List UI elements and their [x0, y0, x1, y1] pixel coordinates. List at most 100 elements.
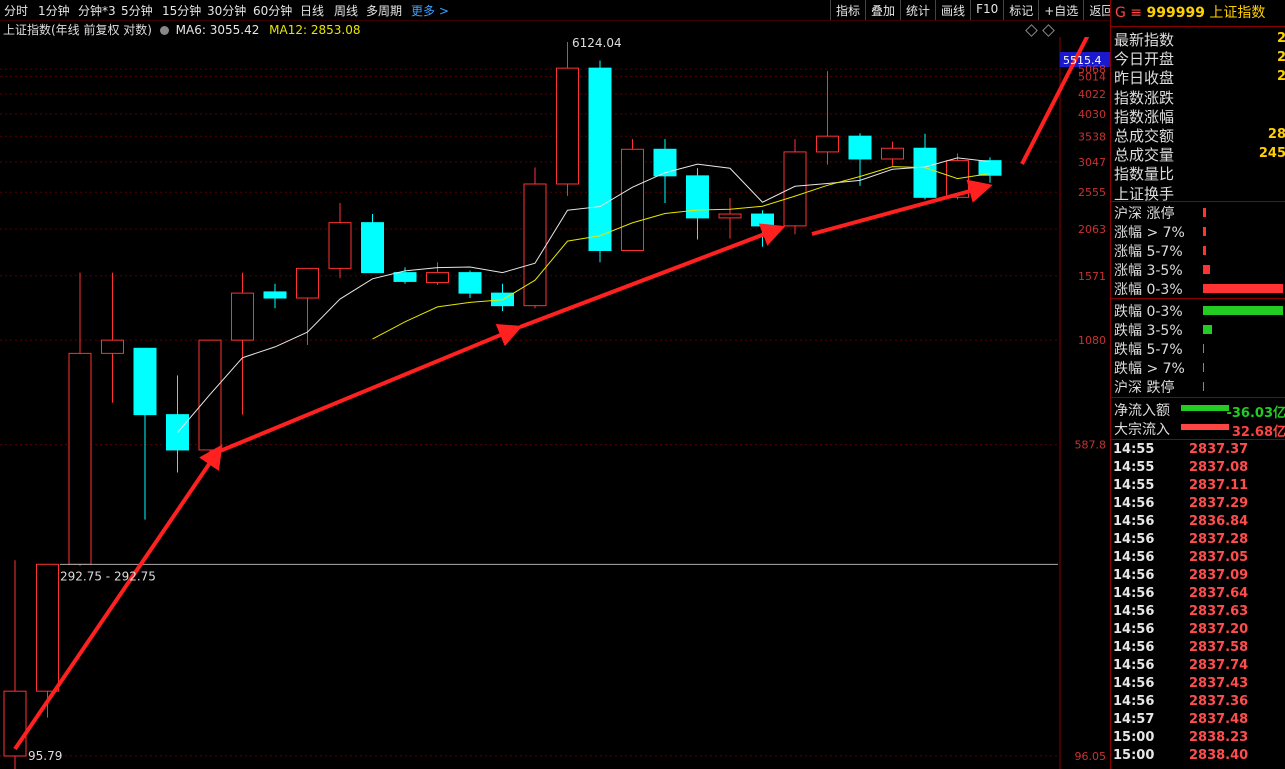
tick-time: 14:56 — [1113, 622, 1155, 637]
add-watchlist-button[interactable]: +自选 — [1038, 0, 1083, 20]
tick-price: 2837.29 — [1189, 496, 1249, 511]
y-tick-label: 587.8 — [1075, 439, 1107, 452]
period-tab-30min[interactable]: 30分钟 — [207, 2, 246, 19]
collapse-diamond-icon[interactable] — [1025, 24, 1038, 37]
tick-time: 14:56 — [1113, 514, 1155, 529]
candle-body-up — [426, 272, 449, 284]
advance-label: 涨幅 0-3% — [1114, 282, 1183, 298]
expand-diamond-icon[interactable] — [1042, 24, 1055, 37]
period-tab-5min[interactable]: 5分钟 — [121, 2, 153, 19]
y-tick-label: 5014 — [1078, 70, 1106, 83]
tick-price: 2837.58 — [1189, 640, 1249, 655]
tick-row: 15:00 2838.23 — [1113, 730, 1248, 745]
advance-bar — [1203, 265, 1211, 274]
y-tick-label: 4022 — [1078, 88, 1106, 101]
advance-bar — [1203, 227, 1206, 236]
advance-label: 涨幅 3-5% — [1114, 263, 1183, 279]
tick-time: 14:55 — [1113, 442, 1155, 457]
decline-label: 跌幅 3-5% — [1114, 323, 1183, 339]
period-tab-timeshare[interactable]: 分时 — [4, 2, 28, 19]
stat-label: 指数量比 — [1114, 165, 1175, 184]
period-tab-daily[interactable]: 日线 — [300, 2, 324, 19]
stat-value: 28 — [1267, 127, 1285, 142]
period-toolbar: 分时 1分钟 分钟*3 5分钟 15分钟 30分钟 60分钟 日线 周线 多周期… — [0, 0, 1113, 21]
candle-body-up — [231, 292, 254, 341]
period-tab-3min[interactable]: 分钟*3 — [78, 2, 116, 19]
y-tick-label: 1080 — [1078, 334, 1106, 347]
low-label: 95.79 — [28, 749, 62, 763]
code-prefix: G ≡ — [1115, 5, 1143, 21]
flow-value: 32.68亿 — [1231, 425, 1285, 440]
period-tab-1min[interactable]: 1分钟 — [38, 2, 70, 19]
stat-value: 245 — [1258, 146, 1285, 162]
tick-time: 14:56 — [1113, 496, 1155, 511]
draw-button[interactable]: 画线 — [935, 0, 970, 20]
decline-bar — [1203, 306, 1283, 315]
quote-panel: G ≡ 999999 上证指数 最新指数 2 今日开盘 2 昨日收盘 2 指数涨跌 指数涨幅总… — [1110, 0, 1285, 769]
decline-bar — [1203, 325, 1212, 334]
tick-row: 14:56 2837.58 — [1113, 640, 1248, 655]
period-tab-weekly[interactable]: 周线 — [334, 2, 358, 19]
flow-bar — [1181, 405, 1229, 411]
stat-label: 总成交量 — [1114, 146, 1175, 165]
advance-label: 涨幅 > 7% — [1114, 225, 1185, 241]
tick-row: 14:56 2837.28 — [1113, 532, 1248, 547]
period-tab-60min[interactable]: 60分钟 — [253, 2, 292, 19]
gear-icon[interactable] — [159, 26, 169, 35]
tick-time: 14:56 — [1113, 568, 1155, 583]
tick-price: 2837.36 — [1189, 694, 1249, 709]
chart-title: 上证指数(年线 前复权 对数) — [3, 23, 152, 37]
decline-label: 跌幅 > 7% — [1114, 361, 1185, 377]
stat-label: 最新指数 — [1114, 31, 1175, 49]
annotation-arrow — [519, 223, 786, 329]
stock-name: 上证指数 — [1209, 5, 1266, 21]
candle-body-up — [556, 67, 579, 185]
tick-row: 14:55 2837.11 — [1113, 478, 1248, 493]
stat-label: 指数涨跌 — [1114, 88, 1175, 107]
advance-bar — [1203, 208, 1206, 217]
y-tick-label: 2063 — [1078, 223, 1106, 236]
flow-label: 大宗流入 — [1114, 422, 1170, 438]
tick-row: 14:56 2837.63 — [1113, 604, 1248, 619]
indicator-button[interactable]: 指标 — [830, 0, 865, 20]
f10-button[interactable]: F10 — [970, 0, 1003, 20]
ma12-value: MA12: 2853.08 — [269, 23, 361, 37]
candle-body-down — [361, 222, 384, 274]
period-tab-15min[interactable]: 15分钟 — [162, 2, 201, 19]
advance-bar — [1203, 284, 1283, 293]
period-tab-multi[interactable]: 多周期 — [366, 2, 402, 19]
high-label: 6124.04 — [572, 37, 622, 50]
toolbar-buttons: 指标 叠加 统计 画线 F10 标记 +自选 返回 — [830, 0, 1118, 20]
candle-body-up — [718, 213, 742, 219]
candle-body-down — [263, 291, 287, 299]
tick-time: 14:56 — [1113, 694, 1155, 709]
mark-button[interactable]: 标记 — [1003, 0, 1038, 20]
tick-time: 14:56 — [1113, 586, 1155, 601]
stat-label: 总成交额 — [1114, 127, 1175, 145]
tick-row: 14:56 2837.43 — [1113, 676, 1248, 691]
decline-bar — [1203, 382, 1204, 391]
tick-row: 14:57 2837.48 — [1113, 712, 1248, 727]
candle-body-up — [881, 147, 904, 160]
candle-body-up — [816, 135, 839, 153]
tick-time: 15:00 — [1113, 748, 1155, 763]
candle-body-down — [978, 160, 1002, 176]
stat-value: 2 — [1276, 31, 1285, 46]
tick-time: 14:56 — [1113, 604, 1155, 619]
stock-code: 999999 — [1146, 5, 1205, 21]
statistics-button[interactable]: 统计 — [900, 0, 935, 20]
candle-body-up — [523, 183, 547, 307]
stat-value: 2 — [1276, 69, 1285, 85]
overlay-button[interactable]: 叠加 — [865, 0, 900, 20]
tick-price: 2837.63 — [1189, 604, 1249, 619]
crosshair-label: 292.75 - 292.75 — [60, 569, 156, 583]
more-periods-link[interactable]: 更多 > — [411, 2, 449, 19]
decline-bar — [1203, 363, 1204, 372]
tick-price: 2837.48 — [1189, 712, 1249, 727]
tick-price: 2837.43 — [1189, 676, 1249, 691]
tick-row: 14:56 2837.64 — [1113, 586, 1248, 601]
candlestick-chart[interactable]: 5515.45068501440224030353830472555206315… — [0, 37, 1110, 769]
ma6-value: MA6: 3055.42 — [175, 23, 260, 37]
tick-price: 2838.40 — [1189, 748, 1249, 763]
candle-body-up — [783, 151, 807, 227]
